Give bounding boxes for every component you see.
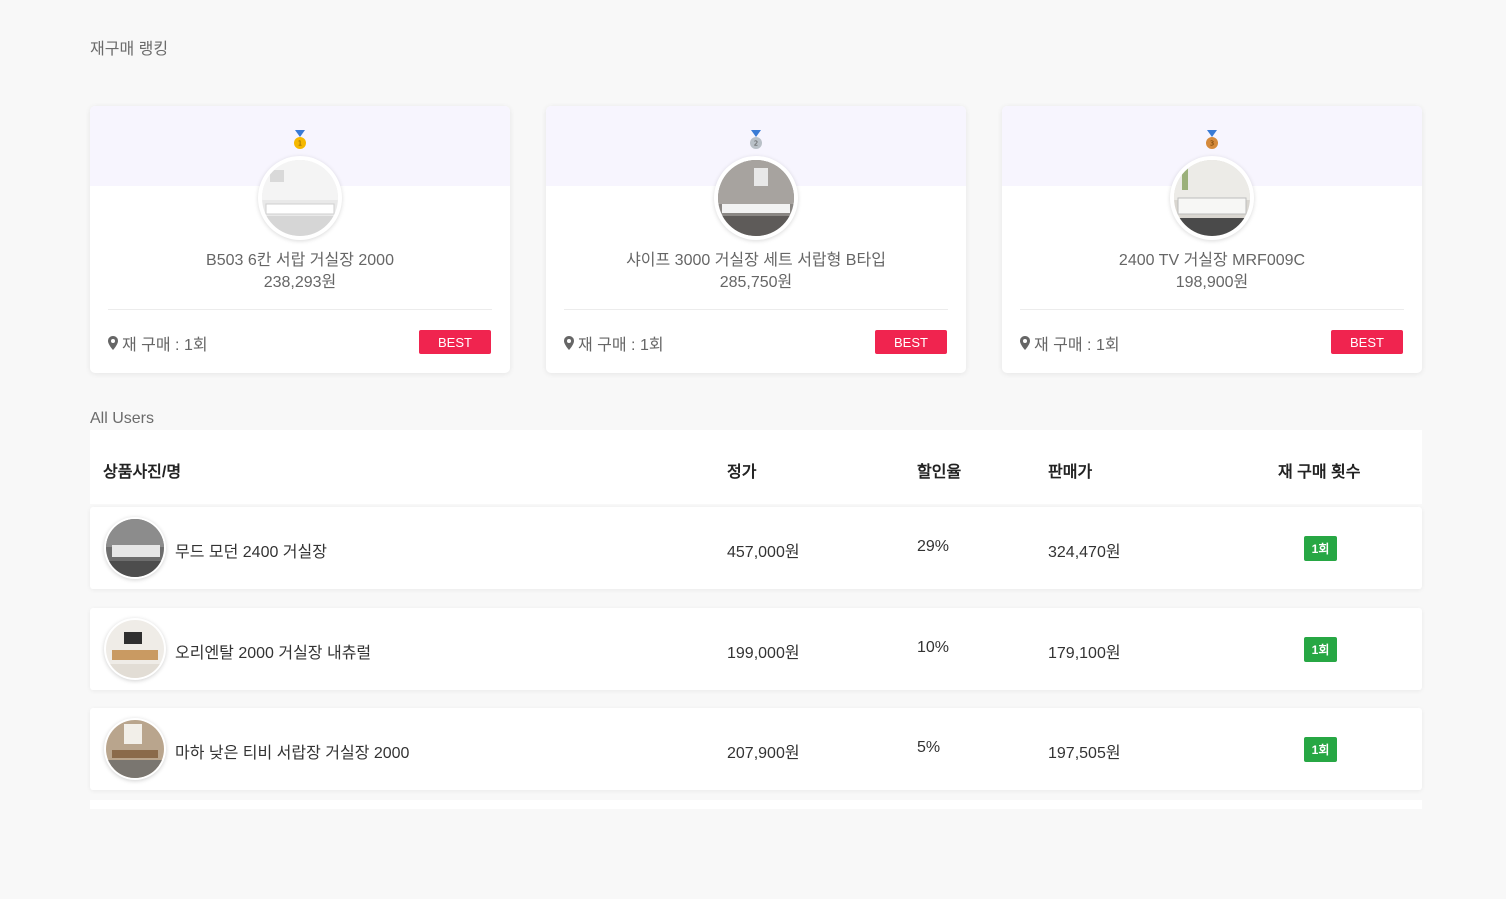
column-repurchase-count: 재 구매 횟수 — [1278, 464, 1361, 481]
map-pin-icon — [564, 336, 574, 350]
silver-medal-icon: 2 — [750, 130, 762, 149]
divider — [108, 309, 492, 310]
column-discount: 할인율 — [917, 464, 962, 481]
svg-text:2: 2 — [754, 140, 758, 148]
repurchase-count-badge: 1회 — [1304, 637, 1337, 662]
product-photo[interactable] — [714, 156, 798, 240]
repurchase-count-badge: 1회 — [1304, 536, 1337, 561]
product-photo[interactable] — [258, 156, 342, 240]
table-header: 상품사진/명 정가 할인율 판매가 재 구매 횟수 — [90, 430, 1422, 504]
tv-cabinet-image — [1174, 160, 1250, 236]
product-name: B503 6칸 서랍 거실장 2000 — [206, 252, 394, 269]
list-price: 457,000원 — [727, 544, 800, 561]
repurchase-text: 재 구매 : 1회 — [122, 337, 208, 354]
best-badge: BEST — [875, 330, 947, 354]
list-price: 207,900원 — [727, 745, 800, 762]
product-name: 마하 낮은 티비 서랍장 거실장 2000 — [175, 745, 410, 762]
map-pin-icon — [108, 336, 118, 350]
repurchase-text: 재 구매 : 1회 — [1034, 337, 1120, 354]
tv-cabinet-image — [262, 160, 338, 236]
sale-price: 197,505원 — [1048, 745, 1121, 762]
sale-price: 179,100원 — [1048, 645, 1121, 662]
table-row[interactable]: 무드 모던 2400 거실장 457,000원 29% 324,470원 1회 — [90, 507, 1422, 589]
discount-rate: 10% — [917, 639, 950, 656]
discount-rate: 29% — [917, 538, 950, 555]
tv-cabinet-image — [106, 519, 164, 577]
product-price: 238,293원 — [263, 274, 337, 291]
gold-medal-icon: 1 — [294, 130, 306, 149]
repurchase-info: 재 구매 : 1회 — [1020, 331, 1120, 355]
svg-text:1: 1 — [298, 140, 302, 148]
map-pin-icon — [1020, 336, 1030, 350]
tv-cabinet-image — [106, 720, 164, 778]
repurchase-info: 재 구매 : 1회 — [564, 331, 664, 355]
ranking-card-1[interactable]: 1 B503 6칸 서랍 거실장 2000 238,293원 재 구매 : 1회… — [90, 106, 510, 373]
column-list-price: 정가 — [727, 464, 757, 481]
ranking-title: 재구매 랭킹 — [90, 41, 169, 58]
table-row[interactable]: 마하 낮은 티비 서랍장 거실장 2000 207,900원 5% 197,50… — [90, 708, 1422, 790]
repurchase-text: 재 구매 : 1회 — [578, 337, 664, 354]
divider — [1020, 309, 1404, 310]
divider — [564, 309, 948, 310]
product-price: 285,750원 — [719, 274, 793, 291]
repurchase-count-badge: 1회 — [1304, 737, 1337, 762]
product-name: 오리엔탈 2000 거실장 내츄럴 — [175, 645, 372, 662]
ranking-card-2[interactable]: 2 샤이프 3000 거실장 세트 서랍형 B타입 285,750원 재 구매 … — [546, 106, 966, 373]
product-photo[interactable] — [1170, 156, 1254, 240]
table-row[interactable]: 오리엔탈 2000 거실장 내츄럴 199,000원 10% 179,100원 … — [90, 608, 1422, 690]
product-price: 198,900원 — [1175, 274, 1249, 291]
ranking-card-3[interactable]: 3 2400 TV 거실장 MRF009C 198,900원 재 구매 : 1회… — [1002, 106, 1422, 373]
best-badge: BEST — [1331, 330, 1403, 354]
product-thumbnail — [104, 718, 166, 780]
tv-cabinet-image — [718, 160, 794, 236]
bronze-medal-icon: 3 — [1206, 130, 1218, 149]
product-name: 무드 모던 2400 거실장 — [175, 544, 327, 561]
discount-rate: 5% — [917, 739, 941, 756]
svg-text:3: 3 — [1210, 140, 1214, 148]
table-row-partial — [90, 800, 1422, 809]
column-sale-price: 판매가 — [1048, 464, 1093, 481]
product-thumbnail — [104, 618, 166, 680]
sale-price: 324,470원 — [1048, 544, 1121, 561]
list-price: 199,000원 — [727, 645, 800, 662]
tv-cabinet-image — [106, 620, 164, 678]
repurchase-info: 재 구매 : 1회 — [108, 331, 208, 355]
column-product: 상품사진/명 — [103, 464, 182, 481]
product-thumbnail — [104, 517, 166, 579]
product-name: 2400 TV 거실장 MRF009C — [1118, 252, 1306, 269]
product-name: 샤이프 3000 거실장 세트 서랍형 B타입 — [626, 252, 886, 269]
users-section-title: All Users — [90, 410, 155, 427]
best-badge: BEST — [419, 330, 491, 354]
